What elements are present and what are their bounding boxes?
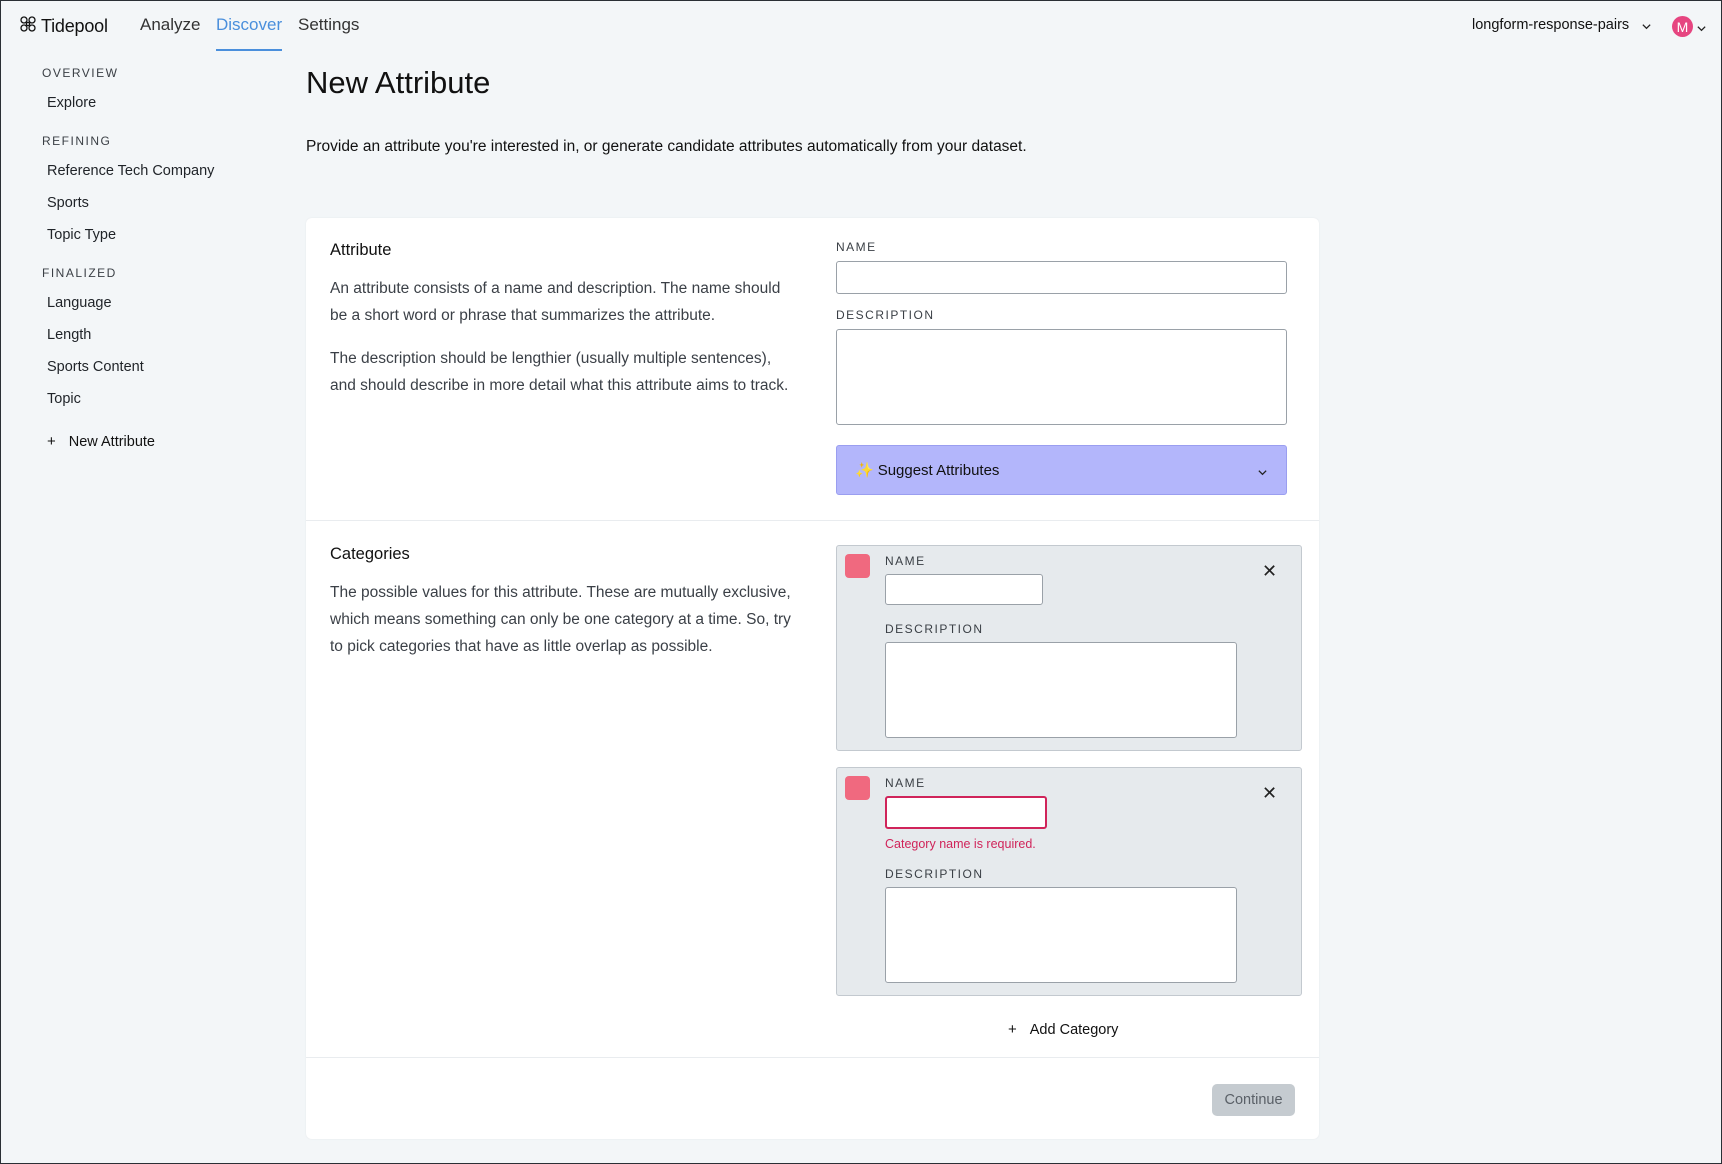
sidebar-item-sports-content[interactable]: Sports Content	[47, 359, 144, 375]
sidebar-item-topic[interactable]: Topic	[47, 391, 81, 407]
add-category-button[interactable]: + Add Category	[1008, 1021, 1118, 1038]
sidebar-section-overview: OVERVIEW	[42, 66, 119, 80]
attribute-name-input[interactable]	[836, 261, 1287, 294]
chevron-down-icon	[1696, 21, 1707, 32]
user-menu[interactable]: M	[1672, 16, 1707, 37]
sidebar-item-language[interactable]: Language	[47, 295, 112, 311]
dataset-name: longform-response-pairs	[1472, 17, 1630, 33]
section-divider	[306, 1057, 1319, 1058]
category-card: NAME ✕ DESCRIPTION	[836, 545, 1302, 751]
sidebar-item-explore[interactable]: Explore	[47, 95, 96, 111]
attribute-name-label: NAME	[836, 240, 877, 254]
sidebar-item-topic-type[interactable]: Topic Type	[47, 227, 116, 243]
sidebar-new-attribute-button[interactable]: + New Attribute	[47, 433, 155, 450]
plus-icon: +	[1008, 1021, 1017, 1038]
page-description: Provide an attribute you're interested i…	[306, 138, 1027, 155]
plus-icon: +	[47, 433, 56, 450]
categories-section-title: Categories	[330, 545, 410, 563]
app-name: Tidepool	[41, 16, 108, 36]
chevron-down-icon	[1257, 465, 1268, 476]
tab-settings[interactable]: Settings	[298, 15, 359, 51]
close-icon[interactable]: ✕	[1262, 562, 1277, 580]
chevron-down-icon	[1641, 20, 1652, 31]
new-attribute-label: New Attribute	[68, 433, 156, 450]
suggest-attributes-label: Suggest Attributes	[877, 461, 1000, 479]
sidebar-section-finalized: FINALIZED	[42, 266, 117, 280]
sparkles-icon: ✨	[855, 462, 874, 479]
category-color-swatch[interactable]	[845, 554, 870, 578]
attribute-description-input[interactable]	[836, 329, 1287, 425]
category-name-label: NAME	[885, 554, 926, 568]
category-description-input[interactable]	[885, 642, 1237, 738]
category-description-label: DESCRIPTION	[885, 622, 984, 636]
category-name-input[interactable]	[885, 796, 1047, 829]
tidepool-logo-icon	[19, 15, 37, 38]
category-card: NAME ✕ Category name is required. DESCRI…	[836, 767, 1302, 996]
tab-analyze[interactable]: Analyze	[140, 15, 200, 51]
category-color-swatch[interactable]	[845, 776, 870, 800]
section-divider	[306, 520, 1319, 521]
dataset-selector[interactable]: longform-response-pairs	[1472, 17, 1652, 33]
attribute-description-label: DESCRIPTION	[836, 308, 935, 322]
top-navigation: Tidepool Analyze Discover Settings longf…	[1, 1, 1722, 51]
tab-discover[interactable]: Discover	[216, 15, 283, 51]
add-category-label: Add Category	[1029, 1021, 1119, 1038]
sidebar-item-reference-tech-company[interactable]: Reference Tech Company	[47, 163, 214, 179]
sidebar-section-refining: REFINING	[42, 134, 112, 148]
attribute-section-title: Attribute	[330, 241, 392, 259]
category-description-label: DESCRIPTION	[885, 867, 984, 881]
close-icon[interactable]: ✕	[1262, 784, 1277, 802]
attribute-help-text-1: An attribute consists of a name and desc…	[330, 280, 781, 324]
avatar: M	[1672, 16, 1693, 37]
category-description-input[interactable]	[885, 887, 1237, 983]
sidebar-item-length[interactable]: Length	[47, 327, 91, 343]
attribute-help-text-2: The description should be lengthier (usu…	[330, 350, 789, 394]
categories-help-text: The possible values for this attribute. …	[330, 584, 791, 655]
category-name-label: NAME	[885, 776, 926, 790]
suggest-attributes-button[interactable]: ✨ Suggest Attributes	[836, 445, 1287, 495]
continue-button[interactable]: Continue	[1212, 1084, 1295, 1116]
sidebar-item-sports[interactable]: Sports	[47, 195, 89, 211]
page-title: New Attribute	[306, 65, 491, 100]
new-attribute-form: Attribute An attribute consists of a nam…	[306, 218, 1319, 1139]
category-name-input[interactable]	[885, 574, 1043, 605]
category-name-error: Category name is required.	[885, 837, 1036, 851]
app-logo[interactable]: Tidepool	[19, 15, 108, 38]
